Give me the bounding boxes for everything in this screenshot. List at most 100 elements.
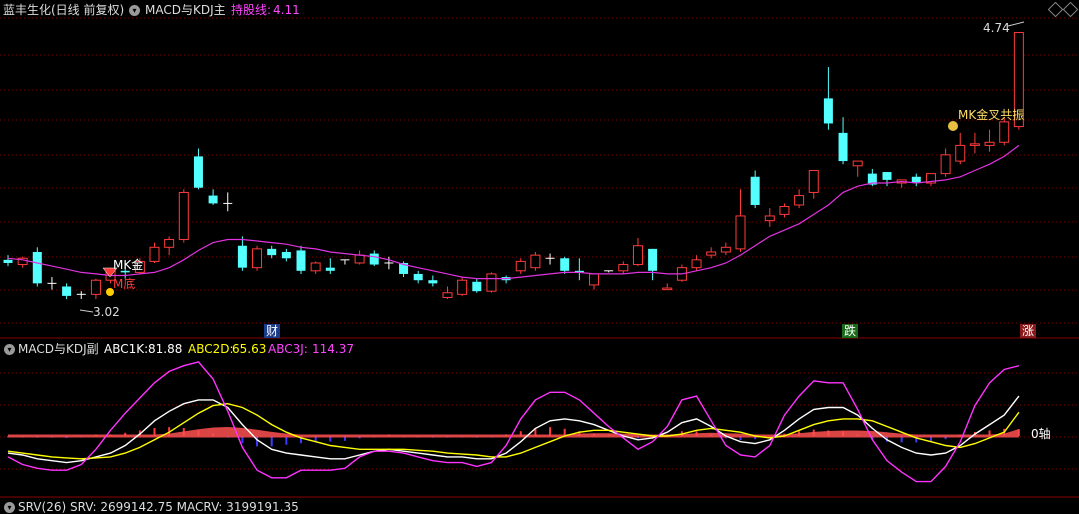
candle-body	[838, 132, 848, 162]
candle-body	[3, 259, 13, 263]
abc3j-value: 114.37	[312, 342, 354, 356]
candle-body	[735, 215, 746, 250]
candle	[530, 252, 541, 271]
candle-body	[237, 245, 247, 268]
candle	[208, 189, 218, 205]
candle-body	[969, 143, 980, 146]
candle	[501, 275, 511, 284]
candle-body	[296, 250, 306, 271]
candle-body	[984, 141, 995, 146]
abc1k-value: 81.88	[148, 342, 183, 356]
candle-body	[560, 258, 570, 271]
candle	[662, 283, 673, 291]
candle	[486, 272, 497, 293]
candle	[735, 189, 746, 252]
candle-body	[413, 273, 423, 281]
indicator-menu-icon[interactable]: ▾	[129, 5, 140, 16]
candle	[882, 172, 892, 187]
candle	[17, 256, 28, 268]
candle	[691, 255, 702, 271]
candle	[267, 245, 277, 259]
mk-gold-label: MK金	[113, 258, 144, 272]
candle-body	[720, 246, 731, 253]
candle-body	[442, 292, 453, 298]
stock-title: 蓝丰生化(日线 前复权)	[3, 3, 125, 17]
candle-body	[457, 279, 468, 295]
candle-body	[823, 98, 833, 124]
candle	[413, 270, 423, 284]
kdj-line	[7, 361, 1020, 483]
candle	[969, 132, 980, 154]
candle	[442, 286, 453, 300]
candle-body	[428, 280, 438, 284]
candle	[574, 258, 584, 281]
die-tag: 跌	[842, 324, 859, 338]
candle-body	[882, 172, 892, 180]
candle	[764, 208, 775, 227]
candle-body	[632, 245, 643, 266]
candle-body	[648, 248, 658, 271]
hold-line-label: 持股线:	[231, 3, 272, 17]
candle	[178, 189, 189, 243]
candle-body	[149, 246, 160, 262]
candle-body	[325, 267, 335, 271]
candle	[457, 277, 468, 296]
sub-indicator-menu-icon[interactable]: ▾	[4, 344, 15, 355]
candle-body	[999, 121, 1010, 143]
cai-tag: 财	[264, 324, 281, 338]
candle-body	[193, 156, 203, 188]
candle	[223, 192, 233, 212]
candle-body	[589, 273, 599, 286]
candle	[750, 170, 760, 209]
candle	[252, 245, 263, 271]
candle	[984, 129, 995, 152]
candle	[808, 169, 819, 199]
candle	[545, 253, 555, 265]
bottom-indicator-text: SRV(26) SRV: 2699142.75 MACRV: 3199191.3…	[18, 500, 299, 514]
candle-body	[750, 176, 760, 205]
candle	[589, 273, 599, 290]
candle-body	[281, 252, 291, 259]
candle-body	[178, 191, 189, 240]
candle	[193, 148, 203, 190]
candle-body	[62, 286, 72, 296]
candle	[779, 203, 790, 218]
candle	[472, 278, 482, 293]
candle	[515, 258, 526, 274]
candle	[164, 236, 175, 256]
candle	[720, 242, 731, 256]
candle-body	[852, 160, 863, 167]
candle	[852, 160, 863, 177]
candle	[340, 259, 350, 265]
candle-body	[779, 206, 790, 215]
candle-body	[515, 260, 526, 272]
candle-body	[808, 169, 819, 193]
chart-canvas	[0, 17, 1079, 498]
sub-indicator-name[interactable]: MACD与KDJ副	[18, 342, 99, 356]
candle	[32, 247, 42, 287]
m-bottom-label: M底	[113, 277, 136, 291]
low-price-label: 3.02	[93, 305, 120, 319]
zhang-tag: 涨	[1020, 324, 1037, 338]
mk-resonance-label: MK金叉共振	[958, 108, 1025, 122]
candle-body	[764, 215, 775, 222]
candle	[76, 291, 86, 300]
candle-body	[354, 254, 365, 264]
candle	[955, 132, 966, 165]
low-arrow	[79, 309, 94, 313]
bottom-indicator-menu-icon[interactable]: ▾	[4, 502, 15, 513]
candle-body	[940, 154, 951, 175]
main-indicator-name[interactable]: MACD与KDJ主	[145, 3, 226, 17]
candle	[47, 277, 57, 290]
candle	[237, 236, 247, 271]
candle-body	[310, 262, 321, 272]
ma-line	[7, 144, 1020, 280]
candle	[838, 117, 848, 165]
candle	[281, 248, 291, 262]
candle	[648, 248, 658, 281]
candle-body	[208, 195, 218, 204]
candle-body	[486, 273, 497, 292]
candle	[90, 278, 101, 300]
high-price-label: 4.74	[983, 21, 1010, 35]
candle-body	[32, 252, 42, 284]
